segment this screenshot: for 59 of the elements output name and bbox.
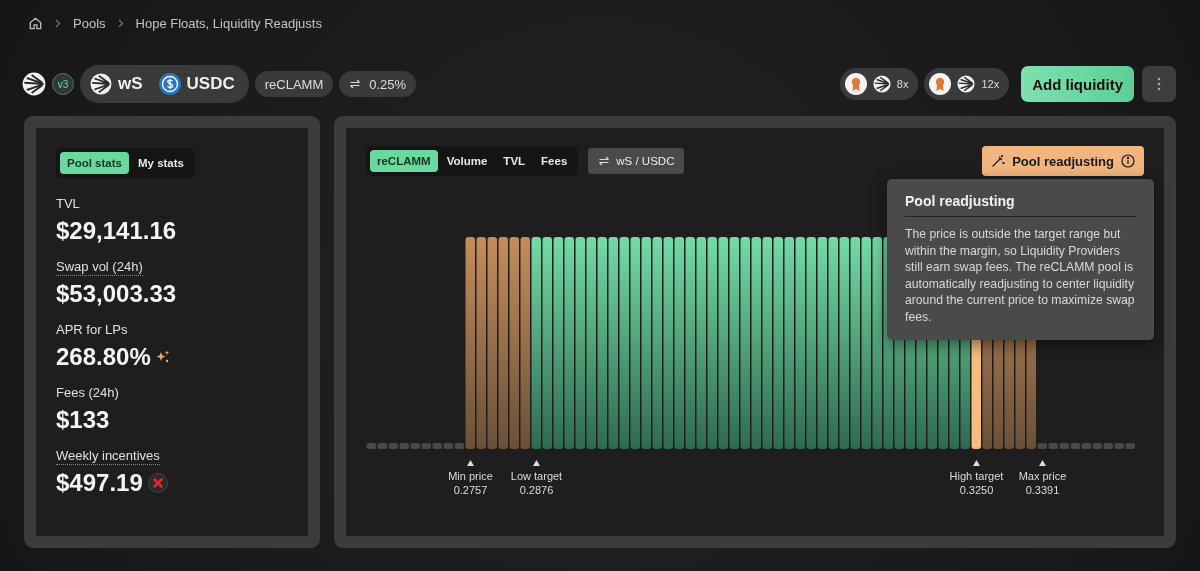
pool-type-badge: reCLAMM — [254, 71, 334, 97]
status-button[interactable]: Pool readjusting — [982, 146, 1144, 176]
boost-multiplier: 12x — [981, 78, 1001, 90]
breadcrumb-link[interactable]: Hope Floats, Liquidity Readjusts — [135, 15, 322, 31]
marker-label: Max price — [1018, 469, 1067, 483]
tooltip-title: Pool readjusting — [905, 193, 1136, 217]
boost-multiplier: 8x — [896, 78, 910, 90]
stat-label: TVL — [56, 196, 80, 213]
chevron-icon — [117, 18, 124, 28]
chevron-icon — [55, 18, 61, 28]
stat-label: Fees (24h) — [56, 385, 119, 402]
sparkle-icon — [155, 350, 170, 364]
breadcrumb-link[interactable]: Pools — [73, 15, 106, 31]
marker-arrow-icon — [467, 460, 474, 466]
marker-arrow-icon — [1039, 460, 1046, 466]
marker-value: 0.3250 — [959, 483, 994, 497]
stat-label: Swap vol (24h) — [56, 259, 143, 276]
marker-label: Min price — [448, 469, 493, 483]
marker-value: 0.2876 — [519, 483, 554, 497]
chart-tab[interactable]: Volume — [439, 150, 495, 172]
info-icon — [1121, 154, 1135, 168]
chart-tab[interactable]: Fees — [534, 150, 575, 172]
usdc-coin-icon — [158, 73, 181, 95]
close-icon — [147, 473, 168, 493]
stat-value: 268.80% — [56, 343, 151, 371]
stats-tab[interactable]: Pool stats — [60, 152, 129, 174]
home-icon[interactable] — [28, 15, 43, 31]
stat-value: $133 — [56, 406, 110, 434]
swap-fee: 0.25% — [369, 76, 407, 92]
marker-label: High target — [949, 469, 1004, 483]
more-icon — [1157, 77, 1161, 91]
marker-value: 0.3391 — [1025, 483, 1060, 497]
marker-label: Low target — [510, 469, 563, 483]
tooltip-text: The price is outside the target range but within the margin, so Liquidity Providers still earn swap fees. The reCLAMM pool is automatically readjusting to center liquidity around the current price to maximize swap fees. — [905, 226, 1136, 325]
swap-icon — [349, 78, 362, 90]
marker-arrow-icon — [533, 460, 540, 466]
stat-label: Weekly incentives — [56, 448, 160, 465]
sonic-logo-icon — [957, 75, 976, 93]
add-liquidity-button[interactable]: Add liquidity — [1021, 66, 1134, 102]
token-symbol: wS — [118, 74, 143, 94]
sonic-coin-icon — [90, 73, 112, 95]
medal-icon — [844, 73, 867, 95]
chart-tab[interactable]: TVL — [496, 150, 533, 172]
marker-value: 0.2757 — [453, 483, 488, 497]
version-badge: v3 — [52, 73, 74, 95]
stat-label: APR for LPs — [56, 322, 128, 339]
chart-tab[interactable]: reCLAMM — [370, 150, 438, 172]
token-symbol: USDC — [186, 74, 235, 94]
stats-tab[interactable]: My stats — [130, 152, 191, 174]
marker-arrow-icon — [973, 460, 980, 466]
pair-toggle-button[interactable]: wS / USDC — [588, 148, 685, 174]
medal-icon — [929, 73, 952, 95]
stat-value: $497.19 — [56, 469, 143, 497]
swap-icon — [598, 155, 611, 167]
stat-value: $29,141.16 — [56, 217, 177, 245]
stat-value: $53,003.33 — [56, 280, 177, 308]
sonic-logo-icon — [22, 72, 46, 96]
sonic-logo-icon — [872, 75, 891, 93]
magic-wand-icon — [991, 154, 1006, 168]
